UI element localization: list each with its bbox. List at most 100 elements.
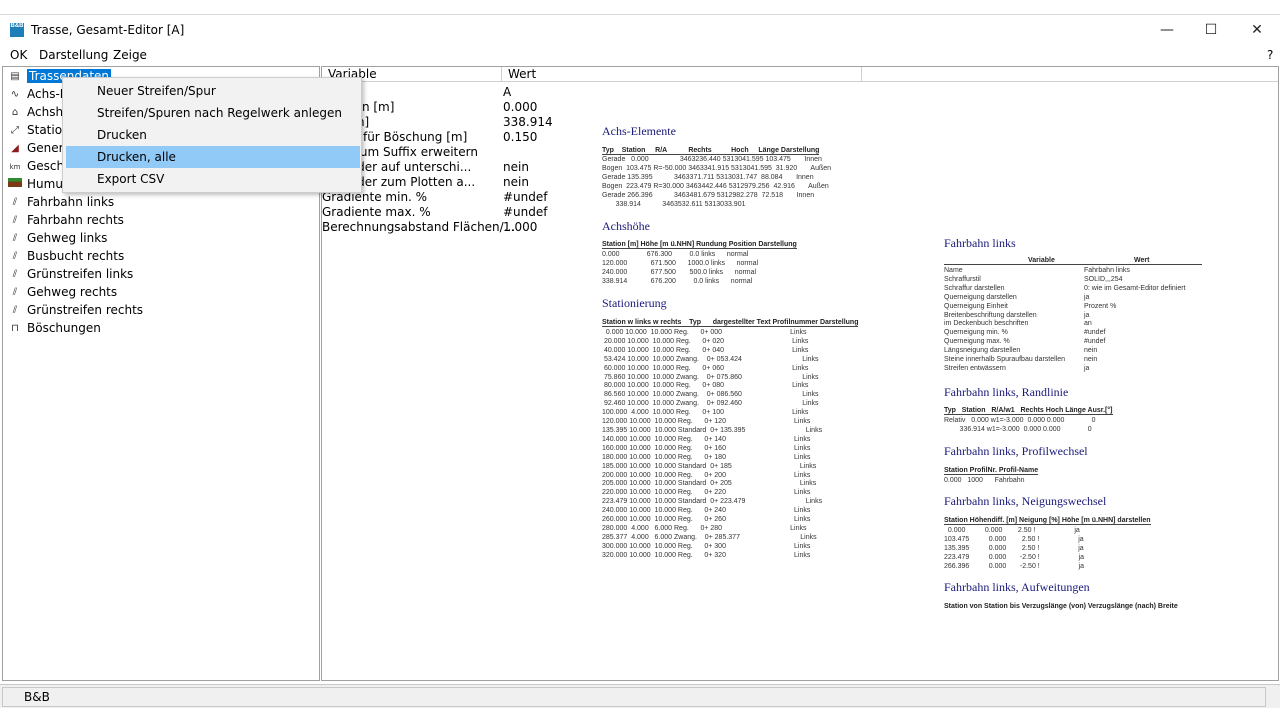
report-table-body: Name Schraffurstil Schraffur darstellen … bbox=[944, 267, 1066, 372]
report-heading-neigungswechsel: Fahrbahn links, Neigungswechsel bbox=[944, 494, 1107, 508]
menu-item-drucken-alle[interactable]: Drucken, alle bbox=[66, 146, 360, 168]
tree-item-label: Gehweg links bbox=[27, 231, 108, 245]
report-table-header: Station ProfilNr. Profil-Name bbox=[944, 467, 1039, 475]
document-icon: ▤ bbox=[10, 70, 20, 82]
menu-bar: OK Darstellung Zeige ? bbox=[0, 46, 1280, 66]
report-table-header: Variable Wert bbox=[944, 257, 1202, 265]
report-table-body: 0.000 0.000 2.50 ! ja 103.475 0.000 2.50… bbox=[944, 527, 1085, 570]
lane-icon: ⫽ bbox=[12, 304, 18, 316]
title-bar: B&B Trasse, Gesamt-Editor [A] — ☐ ✕ bbox=[0, 14, 1280, 46]
report-table-header: Station [m] Höhe [m ü.NHN] Rundung Posit… bbox=[602, 241, 797, 249]
tree-item-achs-elemente[interactable]: ∿ Achs-E bbox=[7, 85, 68, 103]
table-row[interactable]: amen um Suffix erweitern bbox=[322, 145, 622, 160]
header-wert: Wert bbox=[1134, 257, 1150, 264]
tree-item-boeschungen[interactable]: ⊓ Böschungen bbox=[7, 319, 101, 337]
table-row[interactable]: stärke für Böschung [m] 0.150 bbox=[322, 130, 622, 145]
report-table-header: Station von Station bis Verzugslänge (vo… bbox=[944, 603, 1178, 610]
report-heading-achshoehe: Achshöhe bbox=[602, 219, 650, 233]
window-title: Trasse, Gesamt-Editor [A] bbox=[31, 23, 185, 37]
row-value: 338.914 bbox=[503, 115, 553, 129]
report-table-body: Fahrbahn links SOLID,,,254 0: wie im Ges… bbox=[1084, 267, 1186, 372]
maximize-button[interactable]: ☐ bbox=[1188, 15, 1234, 46]
column-header-wert[interactable]: Wert bbox=[502, 67, 862, 82]
tree-item-fahrbahn-rechts[interactable]: ⫽ Fahrbahn rechts bbox=[7, 211, 124, 229]
tree-item-achshoehe[interactable]: ⌂ Achsh bbox=[7, 103, 63, 121]
lane-icon: ⫽ bbox=[12, 214, 18, 226]
tree-item-label: Busbucht rechts bbox=[27, 249, 125, 263]
tree-item-label: Böschungen bbox=[27, 321, 101, 335]
tree-item-label: Grünstreifen rechts bbox=[27, 303, 144, 317]
tree-item-label: Fahrbahn links bbox=[27, 195, 115, 209]
curve-icon: ∿ bbox=[10, 88, 20, 100]
row-value: nein bbox=[503, 175, 529, 189]
report-table-header: Typ Station R/A Rechts Hoch Länge Darste… bbox=[602, 147, 820, 155]
lane-icon: ⫽ bbox=[12, 286, 18, 298]
app-icon: B&B bbox=[10, 23, 24, 37]
report-table-body: 0.000 1000 Fahrbahn bbox=[944, 477, 1025, 484]
menu-darstellung[interactable]: Darstellung bbox=[39, 48, 108, 62]
tree-item-fahrbahn-links[interactable]: ⫽ Fahrbahn links bbox=[7, 193, 114, 211]
row-value: 0.150 bbox=[503, 130, 538, 144]
station-icon: ⤢ bbox=[11, 124, 19, 136]
table-row[interactable]: A bbox=[322, 85, 622, 100]
status-bar: B&B bbox=[0, 684, 1280, 708]
menu-item-export-csv[interactable]: Export CSV bbox=[66, 168, 360, 190]
menu-item-neuer-streifen[interactable]: Neuer Streifen/Spur bbox=[66, 80, 360, 102]
tree-item-gehweg-links[interactable]: ⫽ Gehweg links bbox=[7, 229, 108, 247]
report-heading-fahrbahn-links: Fahrbahn links bbox=[944, 236, 1016, 250]
menu-help[interactable]: ? bbox=[1267, 48, 1273, 62]
column-header-empty bbox=[862, 67, 1278, 82]
table-row[interactable]: Berechnungsabstand Flächen/... 1.000 bbox=[322, 220, 622, 235]
table-row[interactable]: sstation [m]0.000 bbox=[322, 100, 622, 115]
menu-item-drucken[interactable]: Drucken bbox=[66, 124, 360, 146]
report-table-header: Typ Station R/A/w1 Rechts Hoch Länge Aus… bbox=[944, 407, 1113, 415]
menu-ok[interactable]: OK bbox=[10, 48, 27, 62]
row-value: A bbox=[503, 85, 512, 99]
lane-icon: ⫽ bbox=[12, 250, 18, 262]
speed-icon: km bbox=[9, 162, 21, 171]
tree-item-gehweg-rechts[interactable]: ⫽ Gehweg rechts bbox=[7, 283, 117, 301]
lane-icon: ⫽ bbox=[12, 268, 18, 280]
tree-item-humus[interactable]: Humus bbox=[7, 175, 69, 193]
lane-icon: ⫽ bbox=[12, 196, 18, 208]
report-table-body: Relativ 0.000 w1=-3.000 0.000 0.000 0 33… bbox=[944, 417, 1096, 433]
lane-icon: ⫽ bbox=[12, 232, 18, 244]
row-variable: Berechnungsabstand Flächen/... bbox=[322, 220, 516, 234]
tree-item-label: Achsh bbox=[27, 105, 64, 119]
tree-item-gruenstreifen-rechts[interactable]: ⫽ Grünstreifen rechts bbox=[7, 301, 143, 319]
table-row[interactable]: nnränder auf unterschi... nein bbox=[322, 160, 622, 175]
row-value: 1.000 bbox=[503, 220, 538, 234]
report-table-body: 0.000 676.300 0.0 links normal 120.000 6… bbox=[602, 251, 759, 285]
report-table-header: Station Höhendiff. [m] Neigung [%] Höhe … bbox=[944, 517, 1151, 525]
menu-zeige[interactable]: Zeige bbox=[113, 48, 147, 62]
content-panel: Variable Wert A sstation [m]0.000 age [m… bbox=[321, 66, 1279, 681]
report-heading-aufweitungen: Fahrbahn links, Aufweitungen bbox=[944, 580, 1090, 594]
table-row[interactable]: nnränder zum Plotten a... nein bbox=[322, 175, 622, 190]
table-row[interactable]: age [m]338.914 bbox=[322, 115, 622, 130]
report-heading-stationierung: Stationierung bbox=[602, 296, 667, 310]
minimize-button[interactable]: — bbox=[1144, 15, 1190, 46]
row-value: #undef bbox=[503, 205, 548, 219]
tree-item-busbucht-rechts[interactable]: ⫽ Busbucht rechts bbox=[7, 247, 124, 265]
table-row[interactable]: Gradiente min. % #undef bbox=[322, 190, 622, 205]
tree-item-gruenstreifen-links[interactable]: ⫽ Grünstreifen links bbox=[7, 265, 134, 283]
row-value: nein bbox=[503, 160, 529, 174]
context-menu: Neuer Streifen/Spur Streifen/Spuren nach… bbox=[62, 77, 362, 193]
tree-item-label: Grünstreifen links bbox=[27, 267, 134, 281]
menu-item-streifen-nach-regelwerk[interactable]: Streifen/Spuren nach Regelwerk anlegen bbox=[66, 102, 360, 124]
table-row[interactable]: Gradiente max. % #undef bbox=[322, 205, 622, 220]
building-icon: ⌂ bbox=[11, 106, 19, 118]
humus-icon bbox=[7, 177, 23, 192]
slope-icon: ⊓ bbox=[11, 322, 19, 334]
report-heading-achs: Achs-Elemente bbox=[602, 124, 676, 138]
tree-item-stationierung[interactable]: ⤢ Station bbox=[7, 121, 70, 139]
report-heading-profilwechsel: Fahrbahn links, Profilwechsel bbox=[944, 444, 1088, 458]
header-variable: Variable bbox=[1028, 257, 1055, 264]
close-button[interactable]: ✕ bbox=[1234, 15, 1280, 46]
report-table-body: 0.000 10.000 10.000 Reg. 0+ 000 Links 20… bbox=[602, 329, 823, 559]
row-value: 0.000 bbox=[503, 100, 538, 114]
tree-item-label: Gehweg rechts bbox=[27, 285, 118, 299]
status-text: B&B bbox=[2, 687, 1266, 707]
row-value: #undef bbox=[503, 190, 548, 204]
tree-item-geschwindigkeit[interactable]: km Gesch bbox=[7, 157, 65, 175]
